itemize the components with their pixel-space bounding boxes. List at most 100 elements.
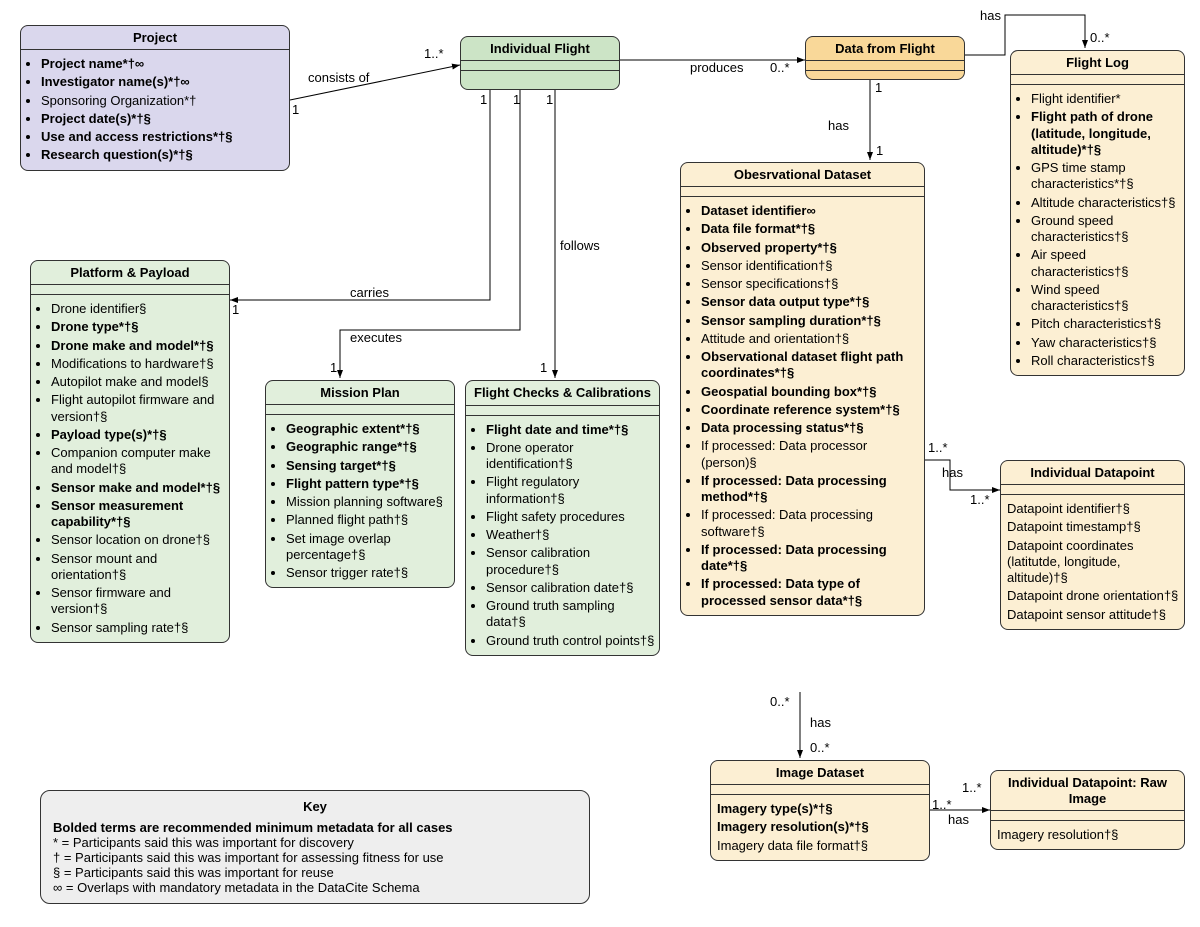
entity-mission-plan: Mission Plan Geographic extent*†§Geograp… [265, 380, 455, 588]
legend-key: Key Bolded terms are recommended minimum… [40, 790, 590, 904]
label-has: has [810, 715, 831, 730]
attribute-item: Sensor sampling duration*†§ [701, 313, 920, 329]
attribute-item: Flight safety procedures [486, 509, 655, 525]
entity-observational-dataset: Obesrvational Dataset Dataset identifier… [680, 162, 925, 616]
mult: 0..* [810, 740, 830, 755]
label-has: has [948, 812, 969, 827]
attribute-item: Sponsoring Organization*† [41, 93, 285, 109]
key-line: § = Participants said this was important… [53, 865, 577, 880]
attribute-item: Investigator name(s)*†∞ [41, 74, 285, 90]
key-line: Bolded terms are recommended minimum met… [53, 820, 577, 835]
attribute-item: Research question(s)*†§ [41, 147, 285, 163]
attribute-item: Pitch characteristics†§ [1031, 316, 1180, 332]
entity-individual-flight: Individual Flight [460, 36, 620, 90]
entity-raw-image: Individual Datapoint: Raw Image Imagery … [990, 770, 1185, 850]
mult: 1 [232, 302, 239, 317]
attribute-item: Sensing target*†§ [286, 458, 450, 474]
label-carries: carries [350, 285, 389, 300]
entity-flight-checks: Flight Checks & Calibrations Flight date… [465, 380, 660, 656]
mult: 1 [513, 92, 520, 107]
mult: 1..* [962, 780, 982, 795]
attribute-item: Ground truth control points†§ [486, 633, 655, 649]
entity-project: Project Project name*†∞Investigator name… [20, 25, 290, 171]
mult: 1 [546, 92, 553, 107]
title: Individual Flight [461, 37, 619, 61]
attribute-item: Datapoint timestamp†§ [1007, 519, 1180, 535]
attribute-item: Sensor specifications†§ [701, 276, 920, 292]
attribute-item: Sensor calibration date†§ [486, 580, 655, 596]
mult: 0..* [770, 60, 790, 75]
mult: 0..* [1090, 30, 1110, 45]
attribute-item: Modifications to hardware†§ [51, 356, 225, 372]
mult: 1 [540, 360, 547, 375]
attribute-item: Observational dataset flight path coordi… [701, 349, 920, 382]
mult: 1..* [970, 492, 990, 507]
attribute-item: Flight regulatory information†§ [486, 474, 655, 507]
entity-platform-payload: Platform & Payload Drone identifier§ Dron… [30, 260, 230, 643]
attribute-item: If processed: Data processing date*†§ [701, 542, 920, 575]
entity-flight-log: Flight Log Flight identifier*Flight path… [1010, 50, 1185, 376]
attribute-item: Yaw characteristics†§ [1031, 335, 1180, 351]
label-consists-of: consists of [308, 70, 369, 85]
attribute-item: Drone operator identification†§ [486, 440, 655, 473]
key-line: * = Participants said this was important… [53, 835, 577, 850]
mult: 1 [875, 80, 882, 95]
attribute-item: Weather†§ [486, 527, 655, 543]
attribute-item: Datapoint identifier†§ [1007, 501, 1180, 517]
mult: 1..* [424, 46, 444, 61]
title: Mission Plan [266, 381, 454, 405]
title: Image Dataset [711, 761, 929, 785]
title: Obesrvational Dataset [681, 163, 924, 187]
attribute-item: Flight identifier* [1031, 91, 1180, 107]
attribute-item: Sensor data output type*†§ [701, 294, 920, 310]
attribute-item: Geographic extent*†§ [286, 421, 450, 437]
attribute-item: Sensor make and model*†§ [51, 480, 225, 496]
attribute-item: Imagery resolution†§ [997, 827, 1180, 843]
attribute-item: Drone make and model*†§ [51, 338, 225, 354]
attribute-item: Roll characteristics†§ [1031, 353, 1180, 369]
attribute-item: Wind speed characteristics†§ [1031, 282, 1180, 315]
label-produces: produces [690, 60, 743, 75]
attribute-item: Sensor firmware and version†§ [51, 585, 225, 618]
attribute-item: Flight date and time*†§ [486, 422, 655, 438]
label-has: has [942, 465, 963, 480]
attribute-item: Ground truth sampling data†§ [486, 598, 655, 631]
attribute-item: Flight pattern type*†§ [286, 476, 450, 492]
mult: 1 [292, 102, 299, 117]
attribute-item: Altitude characteristics†§ [1031, 195, 1180, 211]
entity-individual-datapoint: Individual Datapoint Datapoint identifie… [1000, 460, 1185, 630]
attribute-item: Planned flight path†§ [286, 512, 450, 528]
attribute-item: Imagery data file format†§ [717, 838, 925, 854]
label-follows: follows [560, 238, 600, 253]
title: Key [53, 799, 577, 814]
mult: 1 [480, 92, 487, 107]
label-has: has [828, 118, 849, 133]
mult: 1..* [932, 797, 952, 812]
mult: 0..* [770, 694, 790, 709]
entity-image-dataset: Image Dataset Imagery type(s)*†§Imagery … [710, 760, 930, 861]
entity-data-from-flight: Data from Flight [805, 36, 965, 80]
title: Flight Checks & Calibrations [466, 381, 659, 406]
attribute-item: Imagery resolution(s)*†§ [717, 819, 925, 835]
mult: 1 [330, 360, 337, 375]
attribute-item: Sensor sampling rate†§ [51, 620, 225, 636]
label-has: has [980, 8, 1001, 23]
attribute-item: Data processing status*†§ [701, 420, 920, 436]
attribute-item: GPS time stamp characteristics*†§ [1031, 160, 1180, 193]
attribute-item: Drone identifier§ [51, 301, 225, 317]
title: Data from Flight [806, 37, 964, 61]
attribute-item: If processed: Data processing software†§ [701, 507, 920, 540]
title: Individual Datapoint [1001, 461, 1184, 485]
attribute-item: Datapoint drone orientation†§ [1007, 588, 1180, 604]
attribute-item: Air speed characteristics†§ [1031, 247, 1180, 280]
attribute-item: Sensor location on drone†§ [51, 532, 225, 548]
label-executes: executes [350, 330, 402, 345]
attribute-item: Datapoint sensor attitude†§ [1007, 607, 1180, 623]
attribute-item: Data file format*†§ [701, 221, 920, 237]
attribute-item: Sensor measurement capability*†§ [51, 498, 225, 531]
attribute-item: Sensor calibration procedure†§ [486, 545, 655, 578]
title: Individual Datapoint: Raw Image [991, 771, 1184, 811]
key-line: † = Participants said this was important… [53, 850, 577, 865]
attribute-item: Attitude and orientation†§ [701, 331, 920, 347]
title: Platform & Payload [31, 261, 229, 285]
